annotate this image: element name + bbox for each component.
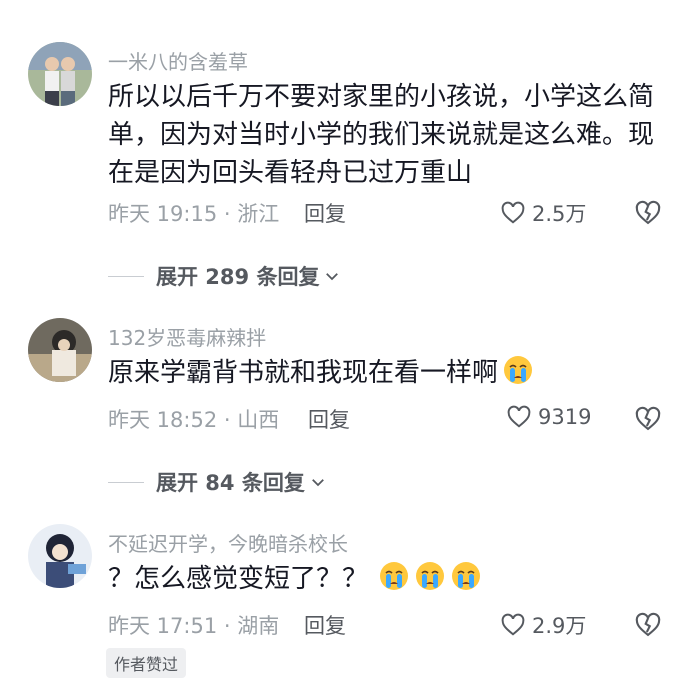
broken-heart-icon[interactable] bbox=[634, 405, 662, 433]
broken-heart-icon[interactable] bbox=[634, 199, 662, 227]
heart-icon bbox=[501, 613, 525, 636]
comment-text-content: ？怎么感觉变短了？？ bbox=[108, 564, 369, 594]
comment-text: ？怎么感觉变短了？？ bbox=[108, 560, 668, 598]
crying-face-icon bbox=[380, 562, 409, 590]
comment-text: 所以以后千万不要对家里的小孩说，小学这么简单，因为对当时小学的我们来说就是这么难… bbox=[108, 82, 655, 188]
like-button[interactable]: 2.5万 bbox=[500, 198, 586, 228]
comment-text-content: 原来学霸背书就和我现在看一样啊 bbox=[108, 358, 499, 388]
comment-meta: 昨天 17:51 · 湖南 bbox=[108, 614, 280, 638]
expand-replies[interactable]: 展开 84 条回复 bbox=[108, 467, 327, 497]
comment-list: 一米八的含羞草 所以以后千万不要对家里的小孩说，小学这么简单，因为对当时小学的我… bbox=[0, 0, 690, 692]
avatar[interactable] bbox=[28, 318, 92, 382]
comment-meta: 昨天 18:52 · 山西 bbox=[108, 408, 280, 432]
broken-heart-icon[interactable] bbox=[634, 611, 662, 639]
crying-face-icon bbox=[416, 562, 445, 590]
like-count: 2.5万 bbox=[532, 202, 587, 226]
author-liked-badge: 作者赞过 bbox=[106, 648, 187, 678]
chevron-down-icon bbox=[311, 479, 324, 487]
reply-button[interactable]: 回复 bbox=[304, 198, 346, 228]
crying-face-icon bbox=[504, 356, 533, 384]
avatar[interactable] bbox=[28, 524, 92, 588]
comment-text: 原来学霸背书就和我现在看一样啊 bbox=[108, 354, 668, 392]
like-count: 9319 bbox=[538, 405, 592, 429]
expand-replies-label: 展开 84 条回复 bbox=[156, 471, 305, 495]
expand-replies[interactable]: 展开 289 条回复 bbox=[108, 261, 341, 291]
like-count: 2.9万 bbox=[532, 614, 587, 638]
reply-button[interactable]: 回复 bbox=[304, 610, 346, 640]
divider bbox=[108, 275, 144, 277]
heart-icon bbox=[501, 201, 525, 224]
heart-icon bbox=[507, 405, 531, 428]
username[interactable]: 不延迟开学，今晚暗杀校长 bbox=[108, 528, 348, 557]
expand-replies-label: 展开 289 条回复 bbox=[156, 265, 320, 289]
chevron-down-icon bbox=[326, 273, 339, 281]
username[interactable]: 一米八的含羞草 bbox=[108, 46, 248, 75]
comment-meta: 昨天 19:15 · 浙江 bbox=[108, 202, 280, 226]
like-button[interactable]: 2.9万 bbox=[500, 610, 586, 640]
divider bbox=[108, 481, 144, 483]
reply-button[interactable]: 回复 bbox=[308, 404, 350, 434]
avatar[interactable] bbox=[28, 42, 92, 106]
like-button[interactable]: 9319 bbox=[506, 404, 591, 430]
username[interactable]: 132岁恶毒麻辣拌 bbox=[108, 322, 266, 351]
crying-face-icon bbox=[452, 562, 481, 590]
